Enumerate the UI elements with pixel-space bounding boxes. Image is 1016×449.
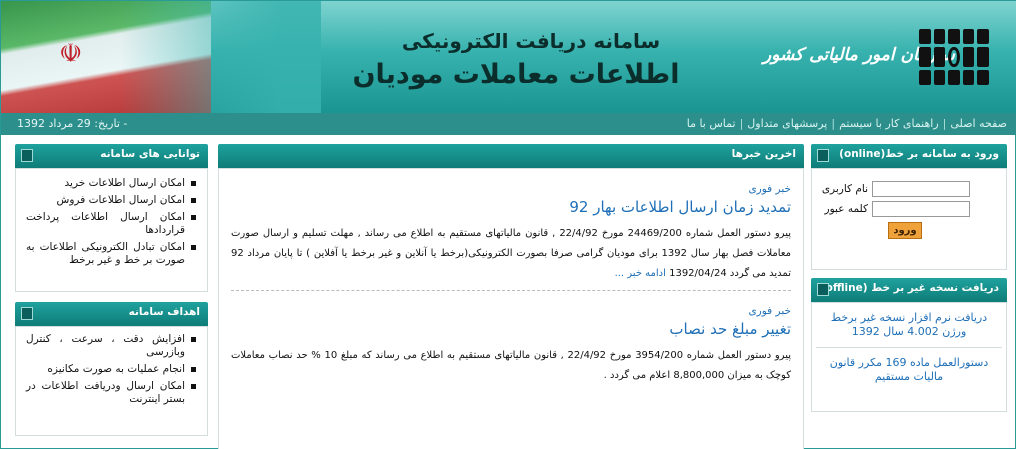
list-item: امکان ارسال اطلاعات خرید <box>26 177 197 190</box>
features-panel-header: توانایی های سامانه <box>15 144 208 168</box>
offline-panel: دریافت نسخه غیر بر خط (offline) دریافت ن… <box>811 278 1007 412</box>
right-column: ورود به سامانه بر خط(online) نام کاربری … <box>811 144 1007 412</box>
login-form: نام کاربری کلمه عبور ورود <box>811 168 1007 270</box>
news-body: پیرو دستور العمل شماره 24469/200 مورخ 22… <box>231 224 791 284</box>
news-panel-title: اخرین خبرها <box>731 148 796 160</box>
panel-header-icon <box>817 149 829 162</box>
left-column: توانایی های سامانه امکان ارسال اطلاعات خ… <box>15 144 208 436</box>
password-input[interactable] <box>872 201 970 217</box>
panel-header-icon <box>817 283 829 296</box>
panel-header-icon <box>21 149 33 162</box>
current-date: - تاریخ: 29 مرداد 1392 <box>17 117 128 130</box>
news-panel-header: اخرین خبرها <box>218 144 804 168</box>
goals-list: افزایش دقت ، سرعت ، کنترل وبازرسی انجام … <box>26 333 197 406</box>
list-item: امکان ارسال ودریافت اطلاعات در بستر اینت… <box>26 380 197 406</box>
news-body-text: پیرو دستور العمل شماره 3954/200 مورخ 22/… <box>231 350 792 381</box>
news-item: خبر فوری تغییر مبلغ حد نصاب پیرو دستور ا… <box>231 291 791 386</box>
login-panel: ورود به سامانه بر خط(online) نام کاربری … <box>811 144 1007 270</box>
page: ☫ سامانه دریافت الکترونیکی اطلاعات معامل… <box>0 0 1016 449</box>
nav-link-contact[interactable]: تماس با ما <box>687 117 736 130</box>
news-kicker: خبر فوری <box>748 305 791 317</box>
nav-link-faq[interactable]: پرسشهای متداول <box>747 117 827 130</box>
news-title-link[interactable]: تغییر مبلغ حد نصاب <box>231 320 791 338</box>
site-subtitle: سامانه دریافت الکترونیکی <box>401 29 661 53</box>
offline-panel-header: دریافت نسخه غیر بر خط (offline) <box>811 278 1007 302</box>
banner-fade <box>121 1 321 113</box>
news-kicker: خبر فوری <box>748 183 791 195</box>
features-list: امکان ارسال اطلاعات خرید امکان ارسال اطل… <box>26 177 197 267</box>
download-offline-software-link[interactable]: دریافت نرم افزار نسخه غیر برخط ورژن 4.00… <box>812 303 1006 347</box>
article-169-instruction-link[interactable]: دستورالعمل ماده 169 مکرر قانون مالیات مس… <box>812 348 1006 392</box>
features-panel: توانایی های سامانه امکان ارسال اطلاعات خ… <box>15 144 208 292</box>
username-row: نام کاربری <box>820 181 998 197</box>
news-title-link[interactable]: تمدید زمان ارسال اطلاعات بهار 92 <box>231 198 791 216</box>
nav-links: صفحه اصلی | راهنمای کار با سیستم | پرسشه… <box>687 117 1007 130</box>
password-label: کلمه عبور <box>824 203 868 215</box>
login-panel-title: ورود به سامانه بر خط(online) <box>839 148 999 160</box>
site-title: اطلاعات معاملات مودیان <box>352 59 680 90</box>
emblem-icon: ☫ <box>59 39 83 69</box>
list-item: امکان ارسال اطلاعات پرداخت قراردادها <box>26 211 197 237</box>
news-item: خبر فوری تمدید زمان ارسال اطلاعات بهار 9… <box>231 169 791 291</box>
nav-separator: | <box>739 117 744 130</box>
goals-panel-body: افزایش دقت ، سرعت ، کنترل وبازرسی انجام … <box>15 326 208 436</box>
panel-header-icon <box>21 307 33 320</box>
offline-panel-body: دریافت نرم افزار نسخه غیر برخط ورژن 4.00… <box>811 302 1007 412</box>
list-item: امکان ارسال اطلاعات فروش <box>26 194 197 207</box>
list-item: انجام عملیات به صورت مکانیزه <box>26 363 197 376</box>
nav-separator: | <box>831 117 836 130</box>
read-more-link[interactable]: ادامه خبر ... <box>615 268 666 279</box>
features-panel-body: امکان ارسال اطلاعات خرید امکان ارسال اطل… <box>15 168 208 292</box>
username-input[interactable] <box>872 181 970 197</box>
goals-panel-title: اهداف سامانه <box>128 306 200 318</box>
offline-panel-title: دریافت نسخه غیر بر خط (offline) <box>821 282 999 294</box>
top-navbar: - تاریخ: 29 مرداد 1392 صفحه اصلی | راهنم… <box>1 113 1016 135</box>
news-body: پیرو دستور العمل شماره 3954/200 مورخ 22/… <box>231 346 791 386</box>
header-banner: ☫ سامانه دریافت الکترونیکی اطلاعات معامل… <box>1 1 1016 113</box>
list-item: افزایش دقت ، سرعت ، کنترل وبازرسی <box>26 333 197 359</box>
login-button[interactable]: ورود <box>888 222 922 239</box>
news-list: خبر فوری تمدید زمان ارسال اطلاعات بهار 9… <box>218 168 804 449</box>
nav-link-home[interactable]: صفحه اصلی <box>950 117 1007 130</box>
org-logo-icon <box>919 29 989 85</box>
features-panel-title: توانایی های سامانه <box>100 148 200 160</box>
nav-separator: | <box>942 117 947 130</box>
password-row: کلمه عبور <box>820 201 998 217</box>
nav-link-guide[interactable]: راهنمای کار با سیستم <box>839 117 939 130</box>
username-label: نام کاربری <box>821 183 868 195</box>
center-column: اخرین خبرها خبر فوری تمدید زمان ارسال اط… <box>218 144 804 449</box>
list-item: امکان تبادل الکترونیکی اطلاعات به صورت ب… <box>26 241 197 267</box>
news-panel: اخرین خبرها خبر فوری تمدید زمان ارسال اط… <box>218 144 804 449</box>
goals-panel: اهداف سامانه افزایش دقت ، سرعت ، کنترل و… <box>15 302 208 436</box>
login-panel-header: ورود به سامانه بر خط(online) <box>811 144 1007 168</box>
news-body-text: پیرو دستور العمل شماره 24469/200 مورخ 22… <box>231 228 791 279</box>
goals-panel-header: اهداف سامانه <box>15 302 208 326</box>
